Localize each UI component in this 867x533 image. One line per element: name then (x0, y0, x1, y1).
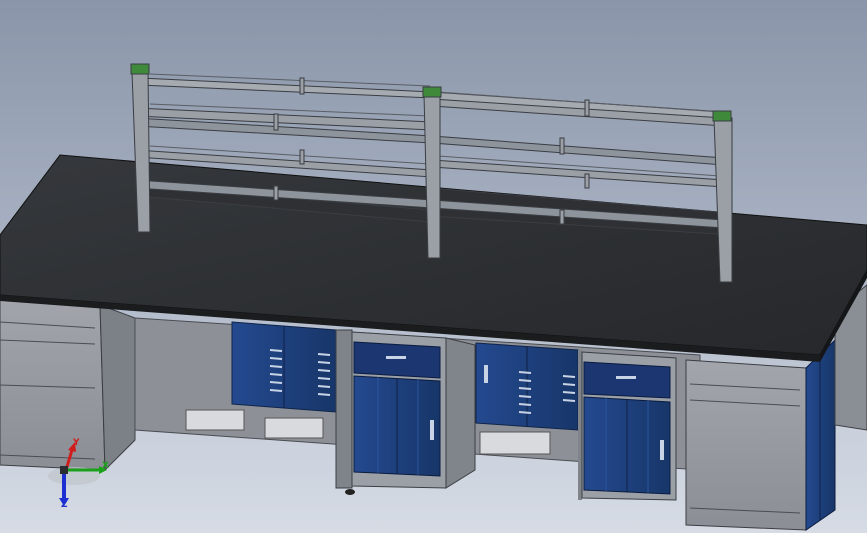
upright-cap (130, 63, 150, 75)
triad-z-label: Z (61, 500, 68, 510)
blue-cabinet-right (475, 342, 579, 431)
blue-cabinet-left (231, 321, 337, 413)
cad-viewport[interactable]: X Y Z (0, 0, 867, 533)
upright-cap (712, 110, 732, 122)
coordinate-triad-icon[interactable]: X Y Z (44, 436, 114, 516)
triad-y-label: Y (73, 438, 80, 448)
upright-cap (422, 86, 442, 98)
front-cabinet-1 (335, 329, 476, 495)
lab-bench-model[interactable] (0, 0, 867, 533)
front-cabinet-2 (578, 350, 677, 501)
triad-x-label: X (102, 461, 109, 471)
